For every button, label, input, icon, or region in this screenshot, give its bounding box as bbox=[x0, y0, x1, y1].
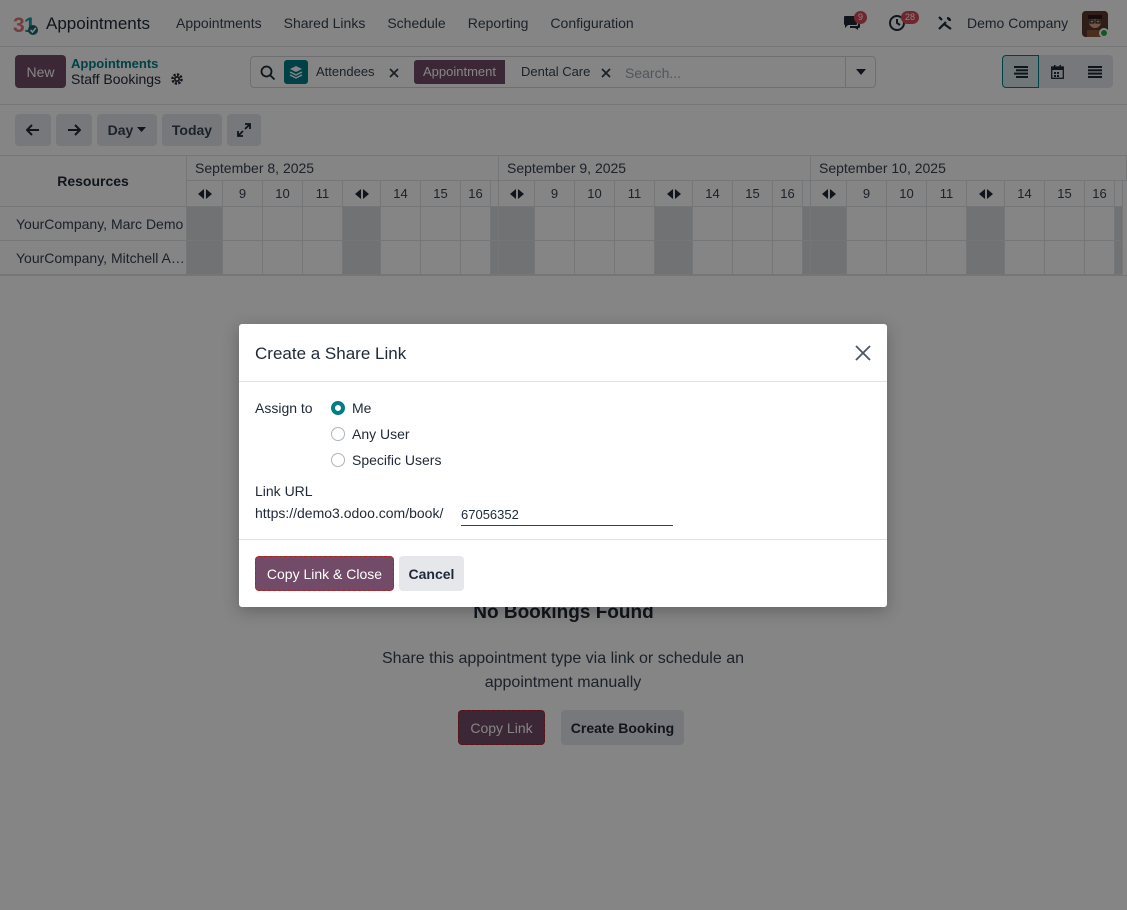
link-url-label: Link URL bbox=[255, 483, 313, 499]
radio-label-specific-users: Specific Users bbox=[352, 452, 442, 468]
assign-option-specific-users[interactable]: Specific Users bbox=[331, 450, 441, 470]
dialog-title: Create a Share Link bbox=[255, 344, 407, 363]
dialog-footer: Copy Link & Close Cancel bbox=[239, 539, 887, 607]
radio-specific-users[interactable] bbox=[331, 453, 345, 467]
share-link-dialog: Create a Share Link Assign to Me Any Use… bbox=[239, 324, 887, 607]
close-icon[interactable] bbox=[854, 344, 872, 362]
assign-option-me[interactable]: Me bbox=[331, 398, 371, 418]
radio-label-any-user: Any User bbox=[352, 426, 410, 442]
cancel-button[interactable]: Cancel bbox=[399, 556, 464, 591]
dialog-header: Create a Share Link bbox=[239, 324, 887, 382]
radio-me[interactable] bbox=[331, 401, 345, 415]
copy-link-close-button[interactable]: Copy Link & Close bbox=[255, 556, 394, 591]
link-code-input[interactable] bbox=[461, 503, 673, 526]
radio-label-me: Me bbox=[352, 400, 372, 416]
assign-to-label: Assign to bbox=[255, 400, 313, 416]
radio-any-user[interactable] bbox=[331, 427, 345, 441]
assign-option-any-user[interactable]: Any User bbox=[331, 424, 410, 444]
link-url-prefix: https://demo3.odoo.com/book/ bbox=[255, 505, 444, 521]
